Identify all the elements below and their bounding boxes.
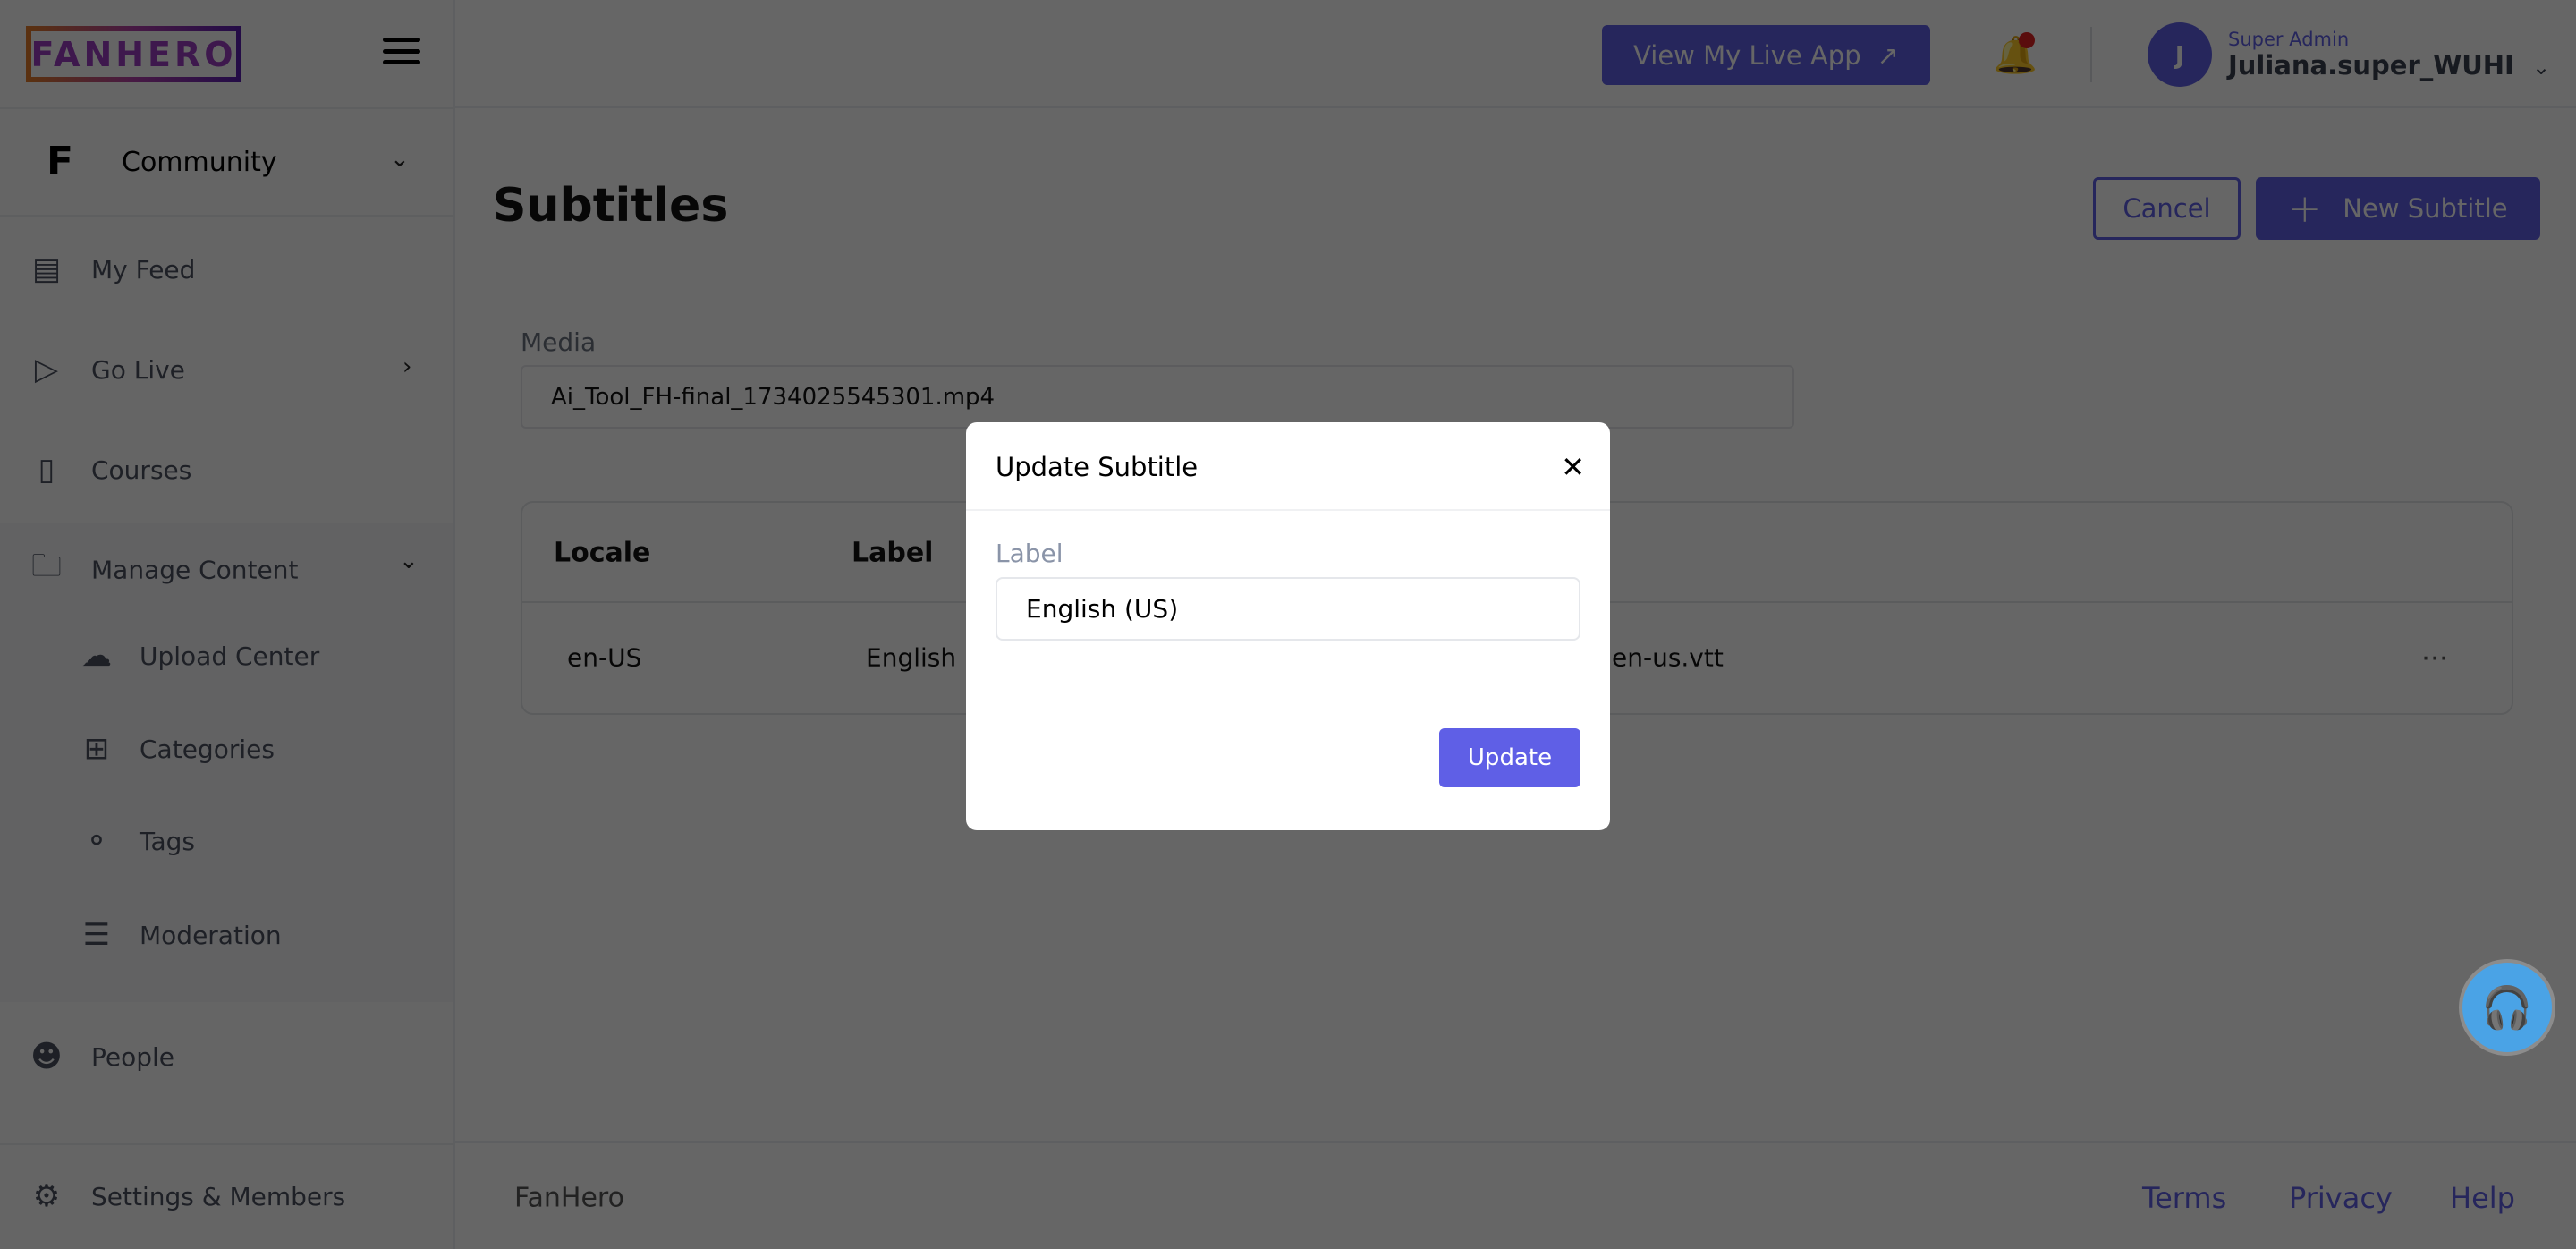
- chevron-down-icon: ⌄: [399, 548, 419, 574]
- more-options-icon[interactable]: ⋯: [2421, 642, 2450, 674]
- privacy-link[interactable]: Privacy: [2289, 1181, 2393, 1215]
- sidebar-item-tags[interactable]: ⚬ Tags: [77, 823, 195, 859]
- update-button[interactable]: Update: [1439, 728, 1580, 787]
- help-link[interactable]: Help: [2450, 1181, 2515, 1215]
- media-label: Media: [521, 327, 597, 357]
- user-role: Super Admin: [2228, 29, 2350, 50]
- chevron-right-icon: ›: [402, 353, 412, 380]
- sidebar-item-upload-center[interactable]: ☁ Upload Center: [77, 638, 319, 674]
- menu-toggle-icon[interactable]: [383, 38, 420, 64]
- people-icon: ☻: [30, 1039, 63, 1075]
- cell-locale: en-US: [567, 642, 642, 673]
- cell-label: English: [866, 642, 957, 673]
- label-input[interactable]: [996, 577, 1580, 641]
- cell-file: en-us.vtt: [1612, 642, 1724, 673]
- update-subtitle-modal: Update Subtitle ✕ Label Update: [966, 422, 1610, 830]
- community-selector[interactable]: F Community ⌄: [0, 108, 455, 216]
- user-menu[interactable]: Juliana.super_WUHI ⌄: [2228, 50, 2550, 81]
- cloud-upload-icon: ☁: [81, 638, 112, 674]
- sidebar-item-courses[interactable]: ▯ Courses: [27, 452, 192, 488]
- column-header-locale: Locale: [554, 537, 651, 569]
- feed-icon: ▤: [31, 251, 62, 287]
- cancel-button[interactable]: Cancel: [2093, 177, 2241, 240]
- sidebar-item-manage-content[interactable]: 🗀 Manage Content: [27, 545, 298, 596]
- grid-plus-icon: ⊞: [83, 731, 110, 767]
- sidebar-item-categories[interactable]: ⊞ Categories: [77, 731, 275, 767]
- page-title: Subtitles: [493, 179, 729, 233]
- divider: [0, 1143, 455, 1145]
- new-subtitle-button[interactable]: + New Subtitle: [2256, 177, 2540, 240]
- sidebar-item-moderation[interactable]: ☰ Moderation: [77, 917, 282, 953]
- view-live-app-button[interactable]: View My Live App ↗: [1602, 25, 1930, 85]
- notification-badge: [2019, 32, 2035, 48]
- tag-icon: ⚬: [83, 823, 110, 859]
- sidebar-item-go-live[interactable]: ▷ Go Live: [27, 352, 185, 387]
- book-icon: ▯: [38, 452, 55, 488]
- live-icon: ▷: [34, 352, 59, 387]
- close-icon[interactable]: ✕: [1561, 450, 1585, 484]
- gear-icon: ⚙: [32, 1178, 61, 1214]
- sidebar-item-settings[interactable]: ⚙ Settings & Members: [27, 1178, 346, 1214]
- divider: [2090, 27, 2092, 82]
- footer-brand: FanHero: [514, 1182, 624, 1214]
- modal-title: Update Subtitle: [996, 452, 1199, 482]
- fh-brand-icon: F: [47, 139, 74, 184]
- plus-icon: +: [2288, 185, 2322, 232]
- label-field-label: Label: [996, 539, 1063, 568]
- divider: [0, 215, 455, 217]
- folder-gear-icon: 🗀: [31, 548, 62, 584]
- external-link-icon: ↗: [1877, 39, 1899, 71]
- chevron-down-icon: ⌄: [390, 146, 410, 173]
- column-header-label: Label: [852, 537, 934, 569]
- media-field[interactable]: Ai_Tool_FH-final_1734025545301.mp4: [521, 365, 1794, 429]
- sidebar-item-people[interactable]: ☻ People: [27, 1039, 174, 1075]
- footer: FanHero Terms Privacy Help: [455, 1141, 2576, 1249]
- sidebar-item-my-feed[interactable]: ▤ My Feed: [27, 251, 196, 287]
- avatar[interactable]: J: [2148, 22, 2212, 87]
- sliders-icon: ☰: [82, 917, 111, 953]
- terms-link[interactable]: Terms: [2142, 1181, 2226, 1215]
- modal-header: Update Subtitle ✕: [966, 422, 1610, 511]
- sidebar: FANHERO F Community ⌄ ▤ My Feed ▷ Go Live …: [0, 0, 455, 1249]
- chevron-down-icon: ⌄: [2531, 55, 2551, 80]
- fanhero-logo[interactable]: FANHERO: [26, 26, 242, 82]
- support-headset-icon[interactable]: 🎧: [2462, 963, 2552, 1052]
